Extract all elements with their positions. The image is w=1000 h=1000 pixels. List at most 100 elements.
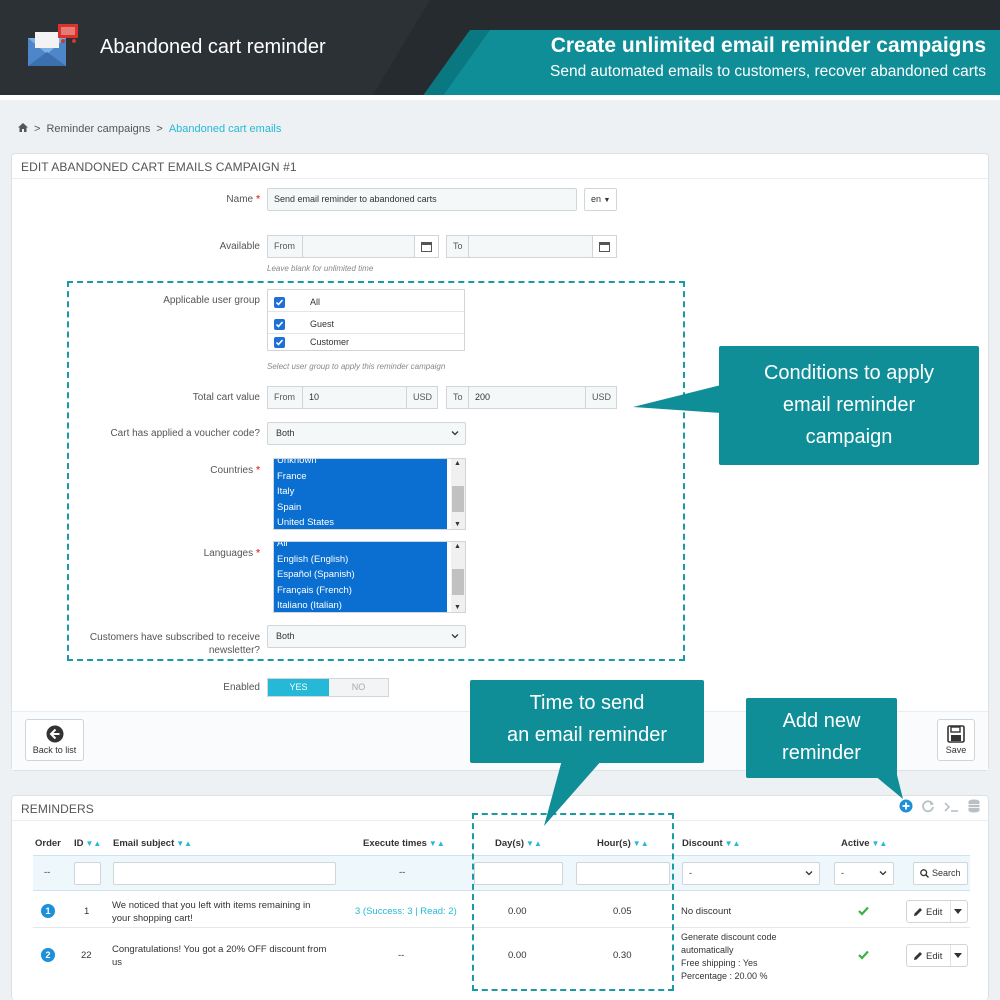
scrollbar[interactable]: ▲ ▼ bbox=[451, 459, 465, 529]
newsletter-select[interactable]: Both bbox=[267, 625, 466, 648]
scrollbar[interactable]: ▲ ▼ bbox=[451, 542, 465, 612]
panel-title: EDIT ABANDONED CART EMAILS CAMPAIGN #1 bbox=[12, 154, 988, 179]
countries-multiselect[interactable]: Unknown France Italy Spain United States… bbox=[273, 458, 466, 530]
available-from-input[interactable] bbox=[302, 235, 415, 258]
currency-addon: USD bbox=[406, 386, 438, 409]
edit-button[interactable]: Edit bbox=[906, 944, 968, 967]
save-disk-icon bbox=[947, 725, 965, 743]
arrow-left-circle-icon bbox=[46, 725, 63, 743]
language-option[interactable]: Español (Spanish) bbox=[274, 567, 447, 583]
callout-pointer bbox=[544, 760, 602, 826]
pencil-icon bbox=[914, 908, 922, 916]
active-check-icon[interactable] bbox=[858, 950, 869, 960]
name-input[interactable]: Send email reminder to abandoned carts bbox=[267, 188, 577, 211]
row-id: 22 bbox=[81, 950, 92, 961]
filter-active-select[interactable]: - bbox=[834, 862, 894, 885]
conditions-callout: Conditions to apply email reminder campa… bbox=[719, 346, 979, 465]
column-header-discount[interactable]: Discount ▼▲ bbox=[682, 838, 740, 849]
voucher-label: Cart has applied a voucher code? bbox=[110, 428, 260, 439]
search-icon bbox=[920, 869, 929, 878]
chevron-down-icon bbox=[451, 431, 459, 436]
breadcrumb: > Reminder campaigns > Abandoned cart em… bbox=[18, 123, 281, 135]
available-to-input[interactable] bbox=[468, 235, 593, 258]
edit-button[interactable]: Edit bbox=[906, 900, 968, 923]
country-option[interactable]: Unknown bbox=[274, 459, 447, 469]
calendar-icon[interactable] bbox=[414, 235, 439, 258]
callout-pointer bbox=[633, 385, 721, 413]
user-group-all[interactable]: All bbox=[268, 293, 464, 312]
user-group-guest[interactable]: Guest bbox=[268, 315, 464, 334]
home-icon[interactable] bbox=[18, 123, 28, 135]
languages-label: Languages * bbox=[203, 548, 260, 559]
enabled-toggle[interactable]: YES NO bbox=[267, 678, 389, 697]
breadcrumb-item-current[interactable]: Abandoned cart emails bbox=[169, 123, 282, 135]
user-group-list: All Guest Customer bbox=[267, 289, 465, 351]
filter-id-input[interactable] bbox=[74, 862, 101, 885]
cart-to-addon: To bbox=[446, 386, 469, 409]
terminal-icon[interactable] bbox=[944, 801, 960, 816]
cart-from-input[interactable]: 10 bbox=[302, 386, 407, 409]
country-option[interactable]: Spain bbox=[274, 500, 447, 516]
column-header-active[interactable]: Active ▼▲ bbox=[841, 838, 887, 849]
filter-order: -- bbox=[44, 867, 51, 878]
chevron-down-icon bbox=[805, 871, 813, 876]
database-icon[interactable] bbox=[968, 799, 980, 816]
toggle-yes[interactable]: YES bbox=[268, 679, 329, 696]
column-header-subject[interactable]: Email subject ▼▲ bbox=[113, 838, 192, 849]
currency-addon: USD bbox=[585, 386, 617, 409]
column-header-order: Order bbox=[35, 838, 61, 849]
filter-execute: -- bbox=[399, 867, 406, 878]
add-reminder-callout: Add new reminder bbox=[746, 698, 897, 778]
newsletter-label: Customers have subscribed to receive new… bbox=[89, 632, 260, 656]
caret-down-icon[interactable] bbox=[954, 909, 962, 915]
order-badge[interactable]: 1 bbox=[41, 904, 55, 918]
email-logo-icon bbox=[26, 22, 82, 74]
language-dropdown[interactable]: en ▼ bbox=[584, 188, 617, 211]
calendar-icon[interactable] bbox=[592, 235, 617, 258]
breadcrumb-item-reminder-campaigns[interactable]: Reminder campaigns bbox=[46, 123, 150, 135]
language-option[interactable]: All bbox=[274, 542, 447, 552]
time-callout: Time to send an email reminder bbox=[470, 680, 704, 763]
save-button[interactable]: Save bbox=[937, 719, 975, 761]
language-option[interactable]: English (English) bbox=[274, 552, 447, 568]
language-option[interactable]: Italiano (Italian) bbox=[274, 598, 447, 612]
row-execute-link[interactable]: 3 (Success: 3 | Read: 2) bbox=[355, 906, 457, 917]
active-check-icon[interactable] bbox=[858, 906, 869, 916]
language-option[interactable]: Français (French) bbox=[274, 583, 447, 599]
available-label: Available bbox=[219, 241, 260, 252]
toggle-no[interactable]: NO bbox=[329, 679, 388, 696]
user-group-help: Select user group to apply this reminder… bbox=[267, 362, 446, 371]
country-option[interactable]: France bbox=[274, 469, 447, 485]
filter-subject-input[interactable] bbox=[113, 862, 336, 885]
order-badge[interactable]: 2 bbox=[41, 948, 55, 962]
banner-headline: Create unlimited email reminder campaign… bbox=[550, 34, 986, 57]
row-subject: We noticed that you left with items rema… bbox=[112, 900, 311, 924]
cart-value-label: Total cart value bbox=[192, 392, 260, 403]
available-from-addon: From bbox=[267, 235, 303, 258]
caret-down-icon[interactable] bbox=[954, 953, 962, 959]
languages-multiselect[interactable]: All English (English) Español (Spanish) … bbox=[273, 541, 466, 613]
chevron-down-icon bbox=[879, 871, 887, 876]
country-option[interactable]: United States bbox=[274, 515, 447, 529]
column-header-id[interactable]: ID ▼▲ bbox=[74, 838, 101, 849]
refresh-icon[interactable] bbox=[921, 799, 935, 816]
filter-discount-select[interactable]: - bbox=[682, 862, 820, 885]
back-to-list-button[interactable]: Back to list bbox=[25, 719, 84, 761]
add-reminder-icon[interactable] bbox=[899, 799, 913, 816]
checkbox-checked[interactable] bbox=[274, 337, 285, 348]
callout-pointer bbox=[874, 775, 903, 799]
available-to-addon: To bbox=[446, 235, 469, 258]
checkbox-checked[interactable] bbox=[274, 297, 285, 308]
checkbox-checked[interactable] bbox=[274, 319, 285, 330]
breadcrumb-separator: > bbox=[156, 123, 163, 135]
country-option[interactable]: Italy bbox=[274, 484, 447, 500]
time-highlight bbox=[472, 813, 674, 991]
breadcrumb-separator: > bbox=[34, 123, 41, 135]
name-label: Name * bbox=[226, 194, 260, 205]
user-group-customer[interactable]: Customer bbox=[268, 333, 464, 352]
column-header-execute[interactable]: Execute times ▼▲ bbox=[363, 838, 445, 849]
search-button[interactable]: Search bbox=[913, 862, 968, 885]
cart-to-input[interactable]: 200 bbox=[468, 386, 586, 409]
voucher-select[interactable]: Both bbox=[267, 422, 466, 445]
chevron-down-icon bbox=[451, 634, 459, 639]
